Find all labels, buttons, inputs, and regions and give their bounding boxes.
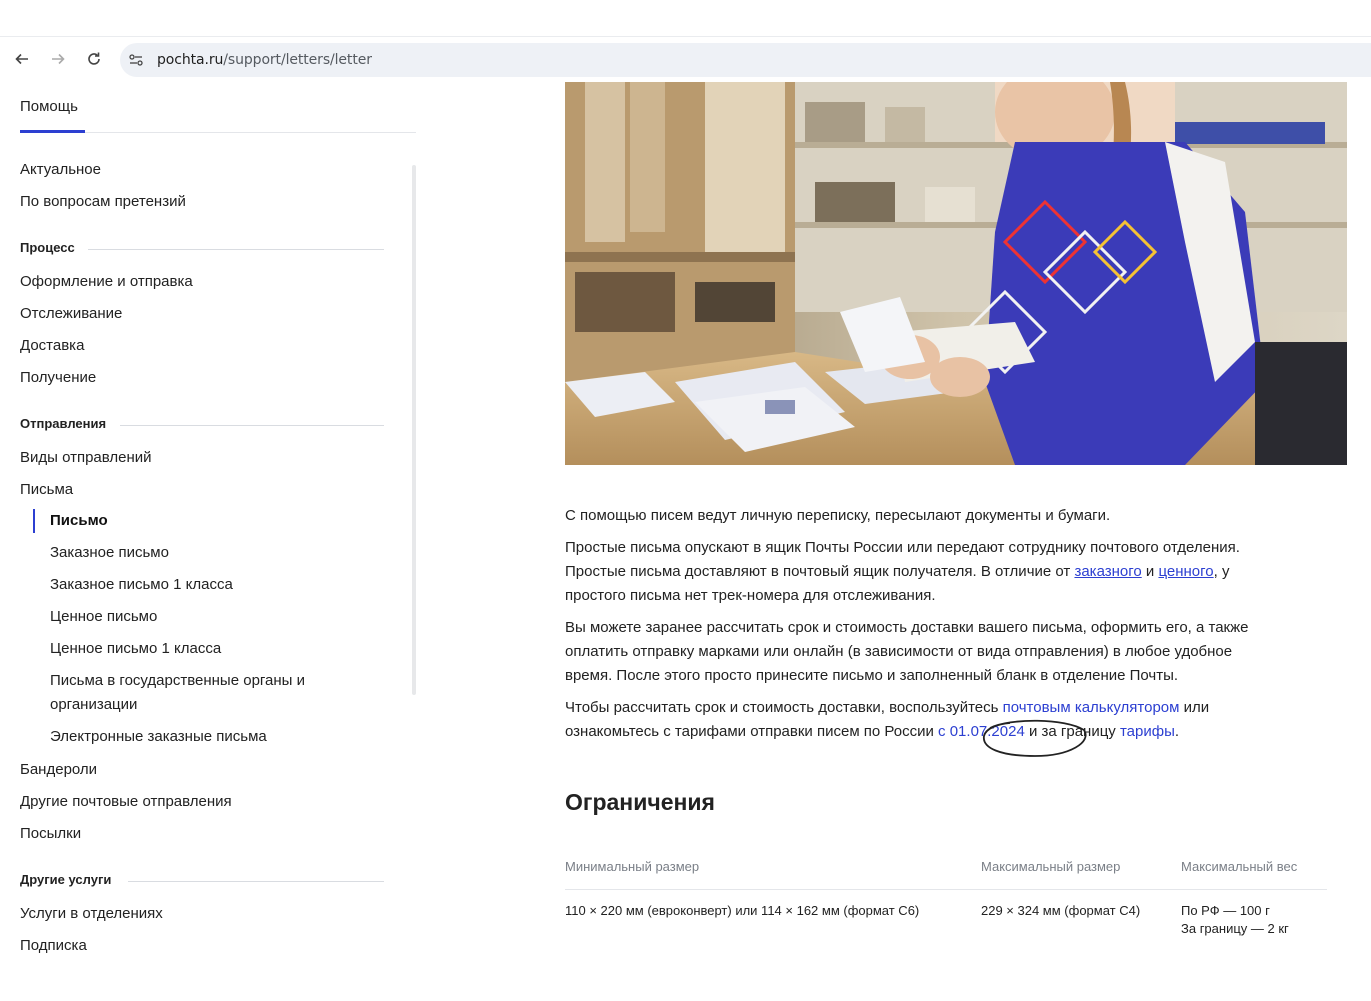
text-line: ознакомьтесь с тарифами отправки писем п… — [565, 720, 1355, 744]
sidebar-subitem-valuable-letter[interactable]: Ценное письмо — [50, 605, 157, 629]
hero-photo — [565, 82, 1347, 465]
text-fragment: ознакомьтесь с тарифами отправки писем п… — [565, 723, 939, 740]
browser-tab-strip — [0, 0, 1371, 36]
intro-paragraph: С помощью писем ведут личную переписку, … — [565, 507, 1111, 524]
sidebar-subitem-registered-letter[interactable]: Заказное письмо — [50, 541, 169, 565]
table-divider — [565, 889, 1327, 890]
text-line: простого письма нет трек-номера для отсл… — [565, 587, 936, 604]
text-line: Простые письма опускают в ящик Почты Рос… — [565, 539, 1240, 556]
table-header-max-size: Максимальный размер — [981, 859, 1121, 874]
text-fragment: или — [1179, 699, 1210, 716]
reload-button[interactable] — [80, 45, 108, 73]
table-cell-max-weight: По РФ — 100 г За границу — 2 кг — [1181, 902, 1289, 938]
text-line: Простые письма доставляют в почтовый ящи… — [565, 560, 1355, 584]
postal-worker-photo — [565, 82, 1347, 465]
weight-abroad: За границу — 2 кг — [1181, 921, 1289, 936]
sidebar-item-shipment-types[interactable]: Виды отправлений — [20, 447, 152, 469]
sidebar-subitem-government-letters-cont[interactable]: организации — [50, 693, 137, 717]
url-path: /support/letters/letter — [223, 52, 372, 68]
text-line: Вы можете заранее рассчитать срок и стои… — [565, 619, 1249, 636]
tab-help[interactable]: Помощь — [20, 98, 78, 115]
forward-button[interactable] — [44, 45, 72, 73]
text-fragment: Простые письма доставляют в почтовый ящи… — [565, 563, 1075, 580]
sidebar-item-actual[interactable]: Актуальное — [20, 159, 101, 181]
sidebar-subitem-government-letters[interactable]: Письма в государственные органы и — [50, 669, 305, 693]
limits-heading: Ограничения — [565, 789, 715, 815]
sidebar-item-letters[interactable]: Письма — [20, 479, 73, 501]
table-header-max-weight: Максимальный вес — [1181, 859, 1298, 874]
simple-letters-paragraph: Простые письма опускают в ящик Почты Рос… — [565, 536, 1355, 608]
weight-domestic: По РФ — 100 г — [1181, 903, 1270, 918]
sidebar-item-other-shipments[interactable]: Другие почтовые отправления — [20, 791, 232, 813]
hand-drawn-circle-annotation — [983, 719, 1087, 757]
tab-active-indicator — [20, 130, 85, 133]
sidebar-item-subscription[interactable]: Подписка — [20, 935, 87, 957]
text-line: Чтобы рассчитать срок и стоимость достав… — [565, 696, 1355, 720]
arrow-left-icon — [15, 53, 28, 65]
sidebar-item-receiving[interactable]: Получение — [20, 367, 96, 389]
postal-calculator-link[interactable]: почтовым калькулятором — [1003, 699, 1180, 716]
text-line: оплатить отправку марками или онлайн (в … — [565, 643, 1233, 660]
section-heading-shipments: Отправления — [20, 416, 107, 431]
table-cell-min-size: 110 × 220 мм (евроконверт) или 114 × 162… — [565, 903, 920, 918]
sidebar-item-parcels-small[interactable]: Бандероли — [20, 759, 97, 781]
site-settings-icon[interactable] — [128, 52, 144, 68]
arrow-right-icon — [52, 53, 65, 65]
section-heading-other-services: Другие услуги — [20, 872, 112, 887]
tariffs-paragraph: Чтобы рассчитать срок и стоимость достав… — [565, 696, 1355, 744]
url-text: pochta.ru/support/letters/letter — [157, 52, 372, 68]
sidebar-item-tracking[interactable]: Отслеживание — [20, 303, 122, 325]
sidebar-subitem-valuable-first-class[interactable]: Ценное письмо 1 класса — [50, 637, 221, 661]
reload-icon — [88, 52, 100, 65]
sidebar-subitem-registered-first-class[interactable]: Заказное письмо 1 класса — [50, 573, 233, 597]
url-host: pochta.ru — [157, 52, 224, 68]
sidebar-item-claims[interactable]: По вопросам претензий — [20, 191, 186, 213]
table-header-min-size: Минимальный размер — [565, 859, 700, 874]
calculation-paragraph: Вы можете заранее рассчитать срок и стои… — [565, 616, 1355, 688]
active-item-indicator — [33, 509, 35, 533]
section-divider — [88, 249, 384, 250]
sidebar-subitem-electronic-letters[interactable]: Электронные заказные письма — [50, 725, 267, 749]
section-divider — [120, 425, 384, 426]
section-divider — [128, 881, 384, 882]
text-fragment: и — [1141, 563, 1159, 580]
back-button[interactable] — [8, 45, 36, 73]
section-heading-process: Процесс — [20, 240, 75, 255]
text-fragment: , у — [1213, 563, 1230, 580]
sidebar-scrollbar[interactable] — [412, 165, 416, 695]
text-fragment: Чтобы рассчитать срок и стоимость достав… — [565, 699, 1003, 716]
valuable-letter-link[interactable]: ценного — [1158, 563, 1213, 580]
browser-toolbar: pochta.ru/support/letters/letter — [0, 36, 1371, 80]
sidebar-item-office-services[interactable]: Услуги в отделениях — [20, 903, 163, 925]
sidebar-item-parcels[interactable]: Посылки — [20, 823, 81, 845]
sidebar-item-sending[interactable]: Оформление и отправка — [20, 271, 193, 293]
table-cell-max-size: 229 × 324 мм (формат C4) — [981, 903, 1141, 918]
address-bar[interactable]: pochta.ru/support/letters/letter — [120, 43, 1371, 77]
sidebar-item-delivery[interactable]: Доставка — [20, 335, 84, 357]
international-tariffs-link[interactable]: тарифы — [1120, 723, 1175, 740]
text-fragment: . — [1174, 723, 1180, 740]
sidebar-subitem-letter[interactable]: Письмо — [50, 509, 108, 533]
text-line: время. После этого просто принесите пись… — [565, 667, 1179, 684]
help-sidebar: Помощь Актуальное По вопросам претензий … — [0, 80, 420, 1001]
registered-letter-link[interactable]: заказного — [1074, 563, 1141, 580]
